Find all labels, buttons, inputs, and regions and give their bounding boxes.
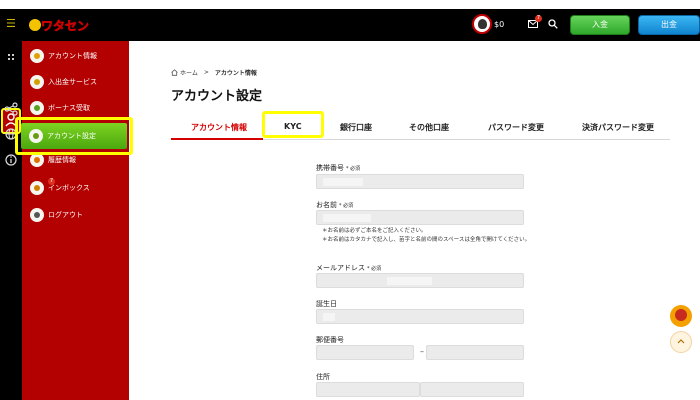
tab-change-password[interactable]: パスワード変更 (488, 122, 544, 133)
tab-change-payment-password[interactable]: 決済パスワード変更 (582, 122, 654, 133)
name-label: お名前 * 必須 (316, 201, 354, 209)
sidebar-item-bonus[interactable]: ボーナス受取 (30, 100, 125, 116)
settings-gear-icon (29, 129, 43, 143)
share-icon[interactable] (3, 101, 19, 117)
logout-icon (30, 208, 44, 222)
inbox-icon: 7 (30, 178, 55, 195)
postal-code-second-field[interactable] (426, 345, 524, 360)
tab-kyc[interactable]: KYC (284, 122, 302, 131)
site-logo[interactable]: ワタセン8 (29, 13, 98, 37)
email-field[interactable] (316, 273, 524, 288)
email-label: メールアドレス * 必須 (316, 264, 382, 272)
mail-badge: 7 (535, 15, 542, 22)
account-settings-active-bg: アカウント設定 (21, 123, 127, 149)
name-field[interactable] (316, 210, 524, 225)
sidebar-item-label: ボーナス受取 (48, 104, 90, 112)
tab-account-info[interactable]: アカウント情報 (191, 122, 247, 133)
grid-icon[interactable] (3, 49, 19, 65)
home-icon[interactable] (171, 69, 178, 76)
withdraw-button[interactable]: 出金 (638, 15, 700, 35)
address-city-field[interactable] (420, 382, 524, 397)
history-icon (30, 153, 44, 167)
deposit-withdraw-icon (30, 75, 44, 89)
tab-bank-account[interactable]: 銀行口座 (340, 122, 372, 133)
tab-other-accounts[interactable]: その他口座 (409, 122, 449, 133)
sidebar-item-account-info[interactable]: アカウント情報 (30, 48, 125, 64)
sidebar-item-label: インボックス (48, 184, 90, 192)
settings-tabs: アカウント情報 KYC 銀行口座 その他口座 パスワード変更 決済パスワード変更 (171, 111, 670, 140)
scroll-top-button[interactable] (670, 331, 692, 353)
sidebar-item-label: 履歴情報 (48, 156, 76, 164)
logo-graphic: ワタセン8 (29, 19, 98, 33)
name-note-2: ＊お名前はカタカナで記入し、苗字と名前の間のスペースは全角で開けてください。 (322, 237, 531, 243)
sidebar-item-label: ログアウト (48, 211, 83, 219)
icon-rail (0, 41, 22, 400)
sidebar-item-label: アカウント設定 (47, 132, 96, 140)
breadcrumb-separator: > (203, 69, 209, 76)
deposit-button[interactable]: 入金 (570, 15, 630, 35)
breadcrumb: ホーム > アカウント情報 (171, 68, 263, 77)
breadcrumb-current: アカウント情報 (214, 70, 257, 77)
mascot-support-button[interactable] (670, 305, 692, 327)
phone-field[interactable] (316, 174, 524, 189)
chevron-up-icon (677, 339, 685, 344)
birthday-field[interactable] (316, 309, 524, 324)
balance-display: $0 (494, 20, 505, 29)
required-mark: * 必須 (346, 166, 361, 172)
required-mark: * 必須 (367, 266, 382, 272)
address-prefecture-field[interactable] (316, 382, 420, 397)
name-note-1: ＊お名前は必ずご本名をご記入ください。 (322, 228, 427, 234)
sidebar-item-logout[interactable]: ログアウト (30, 207, 125, 223)
required-mark: * 必須 (339, 203, 354, 209)
page-title: アカウント設定 (171, 89, 263, 104)
postal-code-separator: – (420, 347, 424, 356)
menu-toggle-icon[interactable]: ☰ (6, 18, 16, 30)
top-header: ☰ ワタセン8 $0 7 入金 出金 (0, 9, 700, 41)
sidebar-item-deposit-withdraw[interactable]: 入出金サービス (30, 74, 125, 90)
bonus-icon (30, 101, 44, 115)
address-label: 住所 (316, 373, 330, 381)
sidebar-item-inbox[interactable]: 7 インボックス (30, 178, 125, 196)
logo-text: ワタセン8 (41, 19, 89, 33)
breadcrumb-home[interactable]: ホーム (180, 68, 198, 77)
inbox-badge: 7 (48, 178, 55, 185)
postal-code-label: 郵便番号 (316, 336, 344, 344)
user-avatar[interactable] (472, 14, 492, 34)
birthday-label: 誕生日 (316, 300, 337, 308)
sidebar-item-label: アカウント情報 (48, 52, 97, 60)
sidebar-item-label: 入出金サービス (48, 78, 97, 86)
sidebar-item-account-settings[interactable]: アカウント設定 (15, 117, 133, 155)
search-icon[interactable] (548, 19, 558, 29)
phone-label: 携帯番号 * 必須 (316, 164, 361, 172)
account-info-icon (30, 49, 44, 63)
sidebar-menu: アカウント情報 入出金サービス ボーナス受取 履歴情報 7 インボックス ログア… (22, 41, 129, 400)
postal-code-first-field[interactable] (316, 345, 414, 360)
active-tab-underline (171, 138, 263, 140)
